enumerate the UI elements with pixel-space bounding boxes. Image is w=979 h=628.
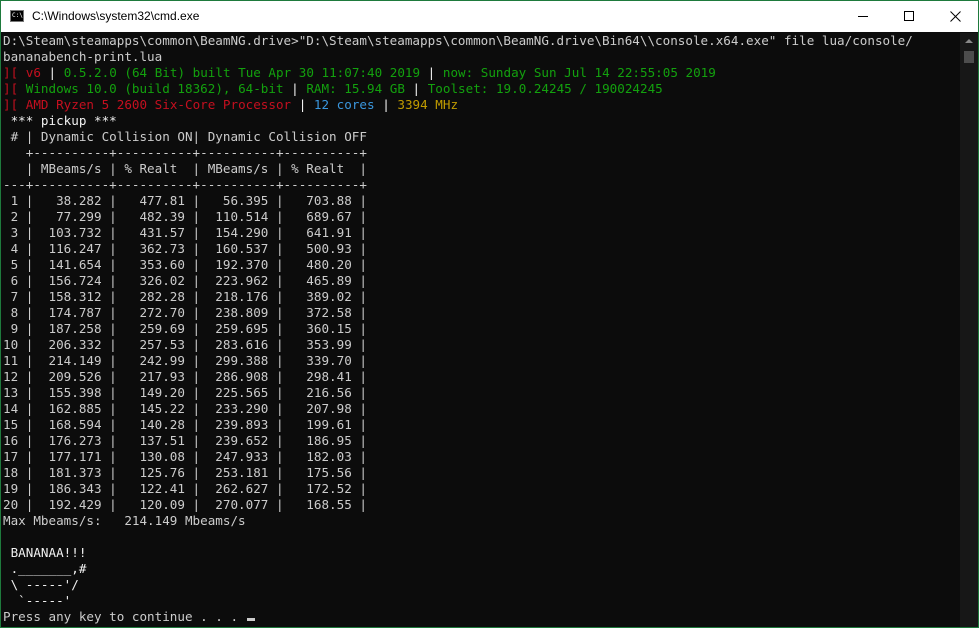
table-row: 6 | 156.724 | 326.02 | 223.962 | 465.89 … <box>3 273 367 288</box>
scrollbar-thumb[interactable] <box>964 51 974 63</box>
section-title: *** pickup *** <box>3 113 958 129</box>
table-row: 13 | 155.398 | 149.20 | 225.565 | 216.56… <box>3 385 367 400</box>
cpu-info-line: ][ AMD Ryzen 5 2600 Six-Core Processor |… <box>3 97 958 113</box>
table-header: # | Dynamic Collision ON| Dynamic Collis… <box>3 129 367 144</box>
table-row: 7 | 158.312 | 282.28 | 218.176 | 389.02 … <box>3 289 367 304</box>
ram-info: RAM: 15.94 GB <box>306 81 405 96</box>
banana-art-line: BANANAA!!! <box>3 545 87 560</box>
table-row: 12 | 209.526 | 217.93 | 286.908 | 298.41… <box>3 369 367 384</box>
maximize-icon <box>904 11 914 21</box>
bracket-prefix: ][ <box>3 97 19 112</box>
version-info-line: ][ v6 | 0.5.2.0 (64 Bit) built Tue Apr 3… <box>3 65 958 81</box>
window-title: C:\Windows\system32\cmd.exe <box>32 9 200 23</box>
cmd-icon[interactable] <box>10 10 24 22</box>
title-bar[interactable]: C:\Windows\system32\cmd.exe <box>1 1 978 32</box>
prompt-line[interactable]: Press any key to continue . . . <box>3 609 958 625</box>
prompt-text: Press any key to continue . . . <box>3 609 246 624</box>
core-count: 12 cores <box>313 97 375 112</box>
table-row: 1 | 38.282 | 477.81 | 56.395 | 703.88 | <box>3 193 367 208</box>
command-line: D:\Steam\steamapps\common\BeamNG.drive>"… <box>3 33 913 48</box>
table-row: 20 | 192.429 | 120.09 | 270.077 | 168.55… <box>3 497 367 512</box>
cpu-name: AMD Ryzen 5 2600 Six-Core Processor <box>25 97 292 112</box>
table-border: ---+----------+----------+----------+---… <box>3 177 367 192</box>
cpu-frequency: 3394 MHz <box>397 97 459 112</box>
separator: | <box>412 81 421 96</box>
separator: | <box>48 65 57 80</box>
table-row: 11 | 214.149 | 242.99 | 299.388 | 339.70… <box>3 353 367 368</box>
table-row: 8 | 174.787 | 272.70 | 238.809 | 372.58 … <box>3 305 367 320</box>
table-row: 4 | 116.247 | 362.73 | 160.537 | 500.93 … <box>3 241 367 256</box>
separator: | <box>298 97 307 112</box>
close-icon <box>950 11 961 22</box>
table-row: 9 | 187.258 | 259.69 | 259.695 | 360.15 … <box>3 321 367 336</box>
table-row: 10 | 206.332 | 257.53 | 283.616 | 353.99… <box>3 337 367 352</box>
table-row: 19 | 186.343 | 122.41 | 262.627 | 172.52… <box>3 481 367 496</box>
minimize-button[interactable] <box>840 1 886 32</box>
separator: | <box>382 97 390 112</box>
table-row: 3 | 103.732 | 431.57 | 154.290 | 641.91 … <box>3 225 367 240</box>
banana-art-line: ._______,# <box>3 561 87 576</box>
current-time: now: Sunday Sun Jul 14 22:55:05 2019 <box>442 65 716 80</box>
banana-art-line: \ -----'/ <box>3 577 79 592</box>
table-subheader: | MBeams/s | % Realt | MBeams/s | % Real… <box>3 161 367 176</box>
bracket-prefix: ][ <box>3 81 19 96</box>
cmd-window: C:\Windows\system32\cmd.exe D:\Steam\ste… <box>0 0 979 628</box>
table-row: 18 | 181.373 | 125.76 | 253.181 | 175.56… <box>3 465 367 480</box>
scroll-up-arrow-icon[interactable] <box>965 39 973 43</box>
separator: | <box>291 81 299 96</box>
command-line-continuation: bananabench-print.lua <box>3 49 163 64</box>
table-row: 17 | 177.171 | 130.08 | 247.933 | 182.03… <box>3 449 367 464</box>
vertical-scrollbar[interactable] <box>960 33 978 627</box>
toolset-info: Toolset: 19.0.24245 / 190024245 <box>427 81 663 96</box>
table-row: 14 | 162.885 | 145.22 | 233.290 | 207.98… <box>3 401 367 416</box>
os-info: Windows 10.0 (build 18362), 64-bit <box>25 81 284 96</box>
build-info: 0.5.2.0 (64 Bit) built Tue Apr 30 11:07:… <box>63 65 421 80</box>
table-row: 16 | 176.273 | 137.51 | 239.652 | 186.95… <box>3 433 367 448</box>
section-title-text: *** pickup *** <box>10 113 117 128</box>
table-border: +----------+----------+----------+------… <box>3 145 367 160</box>
version-label: v6 <box>25 65 41 80</box>
text-cursor <box>246 618 255 621</box>
minimize-icon <box>858 16 868 17</box>
console-output[interactable]: D:\Steam\steamapps\common\BeamNG.drive>"… <box>3 33 958 627</box>
max-mbeams-line: Max Mbeams/s: 214.149 Mbeams/s <box>3 513 246 528</box>
os-info-line: ][ Windows 10.0 (build 18362), 64-bit | … <box>3 81 958 97</box>
banana-art-line: `-----' <box>3 593 72 608</box>
table-row: 2 | 77.299 | 482.39 | 110.514 | 689.67 | <box>3 209 367 224</box>
separator: | <box>427 65 436 80</box>
table-row: 15 | 168.594 | 140.28 | 239.893 | 199.61… <box>3 417 367 432</box>
maximize-button[interactable] <box>886 1 932 32</box>
bracket-prefix: ][ <box>3 65 19 80</box>
table-row: 5 | 141.654 | 353.60 | 192.370 | 480.20 … <box>3 257 367 272</box>
close-button[interactable] <box>932 1 978 32</box>
